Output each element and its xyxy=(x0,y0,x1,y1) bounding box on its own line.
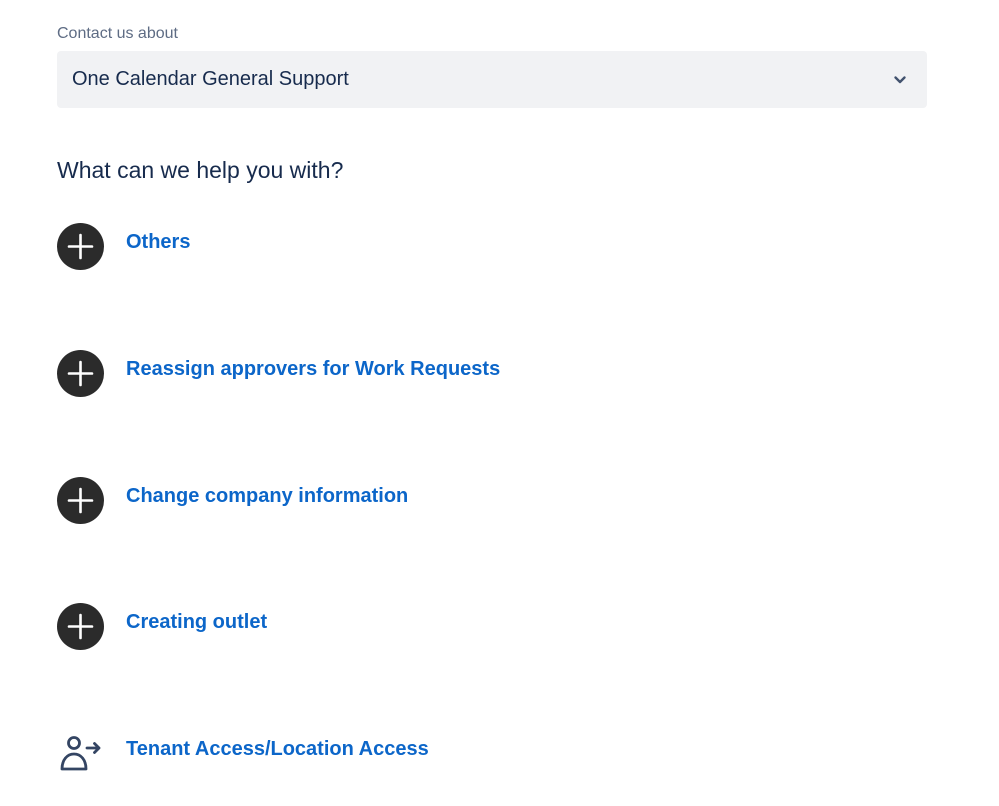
request-type-others[interactable]: Others xyxy=(57,223,917,271)
request-type-change-company-info[interactable]: Change company information xyxy=(57,477,917,525)
plus-circle-icon xyxy=(57,477,104,524)
plus-circle-icon xyxy=(57,603,104,650)
request-type-label[interactable]: Change company information xyxy=(126,483,408,509)
plus-circle-icon xyxy=(57,350,104,397)
user-arrow-icon xyxy=(60,736,101,771)
request-type-creating-outlet[interactable]: Creating outlet xyxy=(57,603,917,651)
request-type-label[interactable]: Reassign approvers for Work Requests xyxy=(126,356,500,382)
request-type-label[interactable]: Others xyxy=(126,229,190,255)
contact-type-selected-value: One Calendar General Support xyxy=(72,68,349,90)
contact-us-label: Contact us about xyxy=(57,25,178,42)
request-type-label[interactable]: Creating outlet xyxy=(126,609,267,635)
plus-circle-icon xyxy=(57,223,104,270)
chevron-down-icon xyxy=(894,76,906,84)
contact-type-select[interactable]: One Calendar General Support xyxy=(57,51,927,108)
request-type-tenant-access[interactable]: Tenant Access/Location Access xyxy=(57,730,917,778)
request-type-reassign-approvers[interactable]: Reassign approvers for Work Requests xyxy=(57,350,917,398)
request-type-label[interactable]: Tenant Access/Location Access xyxy=(126,736,429,762)
help-heading: What can we help you with? xyxy=(57,157,344,183)
help-center-page: Contact us about One Calendar General Su… xyxy=(0,0,999,806)
